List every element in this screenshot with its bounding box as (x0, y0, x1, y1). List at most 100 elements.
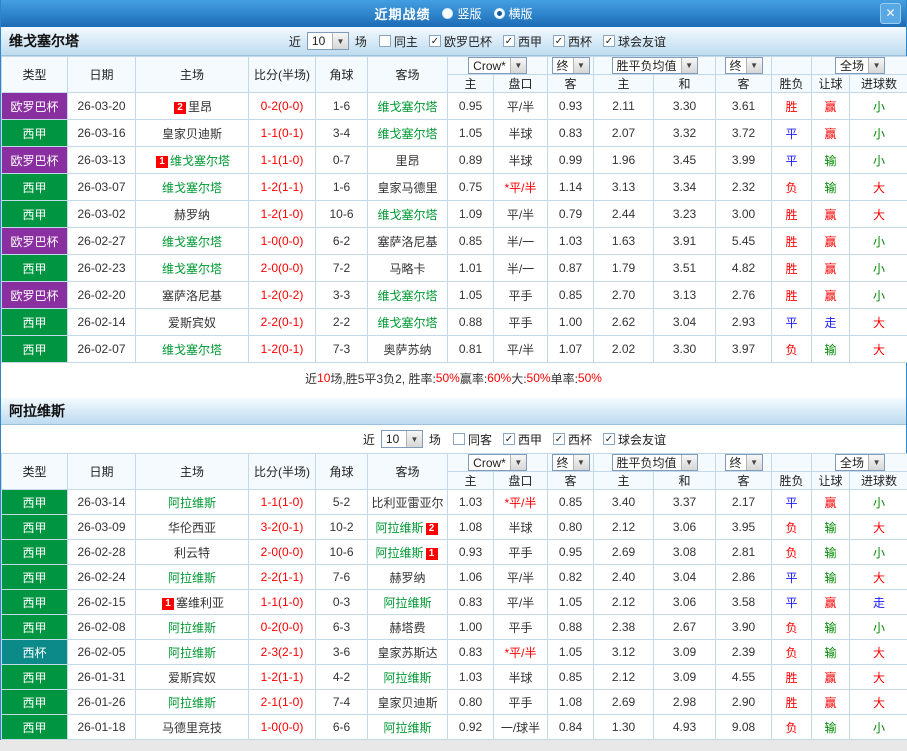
home-odds-cell: 1.09 (447, 200, 494, 228)
avg-odds-select[interactable]: 胜平负均值 ▼ (611, 454, 698, 471)
layout-radio-vertical[interactable]: 竖版 (442, 5, 482, 22)
avg-home-cell: 2.44 (593, 200, 655, 228)
score-cell: 0-2(0-0) (248, 92, 316, 120)
home-odds-cell: 0.83 (447, 639, 494, 665)
recent-count-select[interactable]: 10 ▼ (306, 32, 349, 50)
home-odds-cell: 0.80 (447, 689, 494, 715)
same-side-filter-checkbox[interactable]: 同主 (378, 33, 418, 50)
odds-home-header: 主 (447, 471, 494, 490)
league-filter-checkbox[interactable]: ✓ 球会友谊 (602, 431, 666, 448)
checkbox-icon: ✓ (502, 35, 515, 47)
away-team-cell: 维戈塞尔塔 (367, 281, 448, 309)
avg-away-cell: 2.17 (715, 489, 773, 515)
league-filter-label: 西甲 (517, 34, 542, 49)
goals-result-cell: 大 (849, 564, 907, 590)
layout-radio-horizontal-label: 横版 (508, 7, 533, 21)
checkbox-icon (452, 433, 465, 445)
score-cell: 1-2(0-1) (248, 335, 316, 363)
chevron-down-icon: ▼ (868, 58, 885, 73)
team-name: 里昂 (187, 99, 212, 114)
handicap-result-cell: 输 (811, 335, 851, 363)
red-card-badge: 2 (173, 101, 186, 114)
corners-cell: 6-2 (315, 227, 368, 255)
recent-count-select[interactable]: 10 ▼ (380, 430, 423, 448)
home-team-cell: 华伦西亚 (135, 514, 249, 540)
score-cell: 2-0(0-0) (248, 539, 316, 565)
league-cell: 西甲 (1, 173, 68, 201)
odds-source-select[interactable]: Crow* ▼ (468, 454, 527, 471)
handicap-cell: 平手 (492, 281, 549, 309)
avg-home-cell: 2.38 (593, 614, 655, 640)
away-odds-cell: 0.88 (547, 614, 595, 640)
final-odds-value: 终 (556, 59, 569, 73)
result-cell: 平 (771, 489, 813, 515)
avg-home-cell: 2.69 (593, 539, 655, 565)
team-name: 塞萨洛尼基 (377, 234, 438, 249)
home-team-cell: 阿拉维斯 (135, 639, 249, 665)
avg-draw-header: 和 (653, 74, 717, 93)
league-filter-checkbox[interactable]: ✓ 西甲 (502, 431, 542, 448)
league-cell: 西甲 (1, 689, 68, 715)
same-side-filter-checkbox[interactable]: 同客 (452, 431, 492, 448)
date-cell: 26-03-16 (67, 119, 136, 147)
team-name: 维戈塞尔塔 (377, 315, 438, 330)
handicap-cell: *平/半 (492, 639, 549, 665)
avg-away-header: 客 (715, 471, 773, 490)
away-team-cell: 维戈塞尔塔 (367, 200, 448, 228)
odds-source-header-cell: Crow* ▼ (446, 56, 549, 75)
layout-radio-horizontal[interactable]: 横版 (493, 5, 533, 22)
team-name: 阿拉维斯 (167, 645, 216, 660)
avg-home-header: 主 (593, 471, 655, 490)
avg-home-header: 主 (593, 74, 655, 93)
full-match-select[interactable]: 全场 ▼ (835, 454, 886, 471)
title-bar: 近期战绩 竖版 横版 ✕ (1, 0, 906, 27)
away-team-cell: 赫塔费 (367, 614, 448, 640)
avg-home-cell: 2.12 (593, 664, 655, 690)
match-row: 西甲 26-03-09 华伦西亚 3-2(0-1) 10-2 阿拉维斯 2 1.08 半球 0.8… (1, 514, 907, 540)
home-odds-cell: 0.81 (447, 335, 494, 363)
away-team-cell: 皇家马德里 (367, 173, 448, 201)
avg-draw-cell: 3.09 (653, 639, 717, 665)
league-filter-checkbox[interactable]: ✓ 西杯 (552, 431, 592, 448)
team-name: 阿拉维斯 (383, 670, 432, 685)
home-odds-cell: 1.01 (447, 254, 494, 282)
checkbox-icon: ✓ (602, 35, 615, 47)
league-filter-checkbox[interactable]: ✓ 球会友谊 (602, 33, 666, 50)
match-row: 西杯 26-02-05 阿拉维斯 2-3(2-1) 3-6 皇家苏斯达 0.83 *平/半 1.… (1, 639, 907, 665)
date-cell: 26-02-27 (67, 227, 136, 255)
final-avg-header-cell: 终 ▼ (715, 453, 773, 472)
summary-segment: 近 (305, 371, 318, 386)
team-name: 马略卡 (389, 261, 426, 276)
score-cell: 2-1(1-0) (248, 689, 316, 715)
corners-cell: 0-3 (315, 589, 368, 615)
summary-segment: 50% (577, 371, 602, 385)
corners-cell: 3-4 (315, 119, 368, 147)
date-cell: 26-03-14 (67, 489, 136, 515)
league-filter-checkbox[interactable]: ✓ 欧罗巴杯 (428, 33, 492, 50)
league-filter-checkbox[interactable]: ✓ 西甲 (502, 33, 542, 50)
league-cell: 西甲 (1, 254, 68, 282)
league-cell: 西甲 (1, 664, 68, 690)
odds-source-select[interactable]: Crow* ▼ (468, 57, 527, 74)
match-row: 西甲 26-01-26 阿拉维斯 2-1(1-0) 7-4 皇家贝迪斯 0.80 平手 1.08… (1, 689, 907, 715)
summary-segment: 50% (435, 371, 460, 385)
avg-odds-select[interactable]: 胜平负均值 ▼ (611, 57, 698, 74)
match-row: 欧罗巴杯 26-02-27 维戈塞尔塔 1-0(0-0) 6-2 塞萨洛尼基 0.85 半/一… (1, 227, 907, 255)
final-avg-select[interactable]: 终 ▼ (724, 57, 763, 74)
final-avg-select[interactable]: 终 ▼ (724, 454, 763, 471)
close-icon[interactable]: ✕ (880, 3, 901, 24)
full-match-select[interactable]: 全场 ▼ (835, 57, 886, 74)
final-odds-select[interactable]: 终 ▼ (551, 57, 590, 74)
final-odds-select[interactable]: 终 ▼ (551, 454, 590, 471)
handicap-cell: 半球 (492, 119, 549, 147)
away-odds-cell: 0.87 (547, 254, 595, 282)
goals-result-cell: 大 (849, 514, 907, 540)
league-cell: 西甲 (1, 614, 68, 640)
league-filter-checkbox[interactable]: ✓ 西杯 (552, 33, 592, 50)
date-cell: 26-02-08 (67, 614, 136, 640)
handicap-result-cell: 赢 (811, 689, 851, 715)
summary-segment: 60% (487, 371, 512, 385)
filter-line: 近 10 ▼ 场同客 ✓ 西甲 ✓ 西杯 ✓ 球会友谊 (1, 425, 906, 453)
section-header-celta: 维戈塞尔塔 近 10 ▼ 场同主 ✓ 欧罗巴杯 ✓ 西甲 ✓ 西杯 ✓ 球会友谊 (1, 27, 906, 56)
odds-home-header: 主 (447, 74, 494, 93)
